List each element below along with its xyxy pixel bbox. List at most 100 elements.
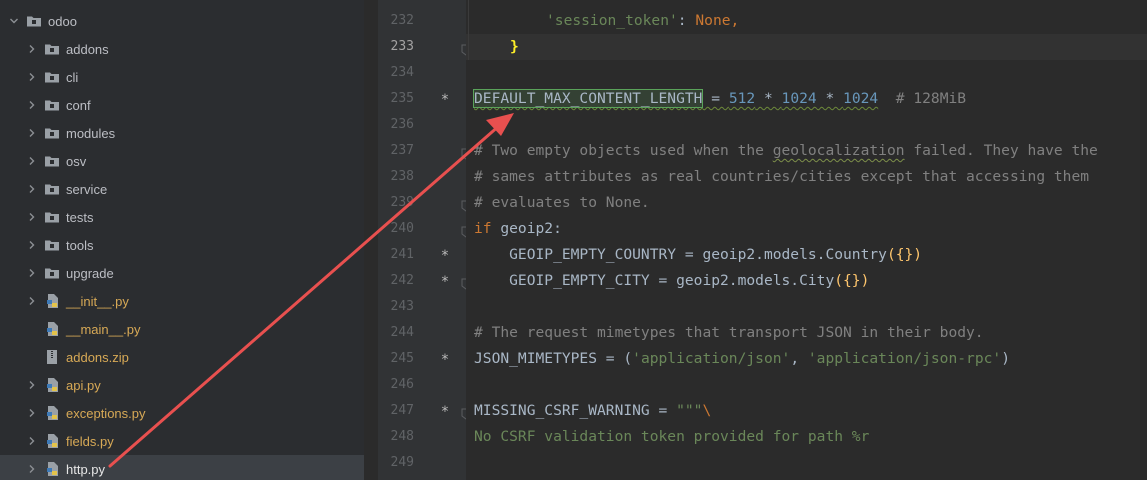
chevron-right-icon[interactable] xyxy=(26,463,38,475)
chevron-right-icon[interactable] xyxy=(26,379,38,391)
line-number[interactable]: 240 xyxy=(378,216,414,242)
line-number[interactable]: 239 xyxy=(378,190,414,216)
folder-icon xyxy=(44,209,60,225)
folder-icon xyxy=(44,125,60,141)
code-line-233: } xyxy=(510,38,519,55)
line-number[interactable]: 248 xyxy=(378,424,414,450)
python-file-icon xyxy=(44,433,60,449)
tree-item[interactable]: tools xyxy=(0,231,364,259)
change-marker-icon: * xyxy=(440,404,450,420)
indent-guide xyxy=(468,0,469,60)
tree-item-label: odoo xyxy=(48,13,77,29)
tree-item-label: tools xyxy=(66,237,94,253)
folder-icon xyxy=(44,265,60,281)
line-number[interactable]: 249 xyxy=(378,450,414,476)
chevron-right-icon[interactable] xyxy=(26,435,38,447)
tree-item-label: upgrade xyxy=(66,265,114,281)
line-number[interactable]: 244 xyxy=(378,320,414,346)
chevron-right-icon[interactable] xyxy=(26,267,38,279)
python-file-icon xyxy=(44,461,60,477)
tree-item-label: cli xyxy=(66,69,79,85)
line-number[interactable]: 245 xyxy=(378,346,414,372)
line-number[interactable]: 232 xyxy=(378,8,414,34)
line-number[interactable]: 247 xyxy=(378,398,414,424)
tree-item[interactable]: service xyxy=(0,175,364,203)
chevron-right-icon[interactable] xyxy=(26,295,38,307)
code-line-235: DEFAULT_MAX_CONTENT_LENGTH = 512 * 1024 … xyxy=(472,89,967,108)
zip-file-icon xyxy=(44,349,60,365)
selected-identifier: DEFAULT_MAX_CONTENT_LENGTH xyxy=(472,89,704,108)
change-marker-icon: * xyxy=(440,352,450,368)
python-file-icon xyxy=(44,377,60,393)
chevron-right-icon[interactable] xyxy=(26,71,38,83)
folder-icon xyxy=(44,97,60,113)
tree-item-label: api.py xyxy=(66,377,101,393)
tree-item-label: tests xyxy=(66,209,94,225)
code-line-238: # sames attributes as real countries/cit… xyxy=(474,168,1090,185)
change-marker-icon: * xyxy=(440,92,450,108)
tree-item-label: exceptions.py xyxy=(66,405,146,421)
tree-item-label: __init__.py xyxy=(66,293,129,309)
code-line-247: MISSING_CSRF_WARNING = """\ xyxy=(474,402,712,419)
tree-item[interactable]: api.py xyxy=(0,371,364,399)
chevron-right-icon[interactable] xyxy=(26,407,38,419)
tree-item[interactable]: fields.py xyxy=(0,427,364,455)
chevron-right-icon[interactable] xyxy=(26,127,38,139)
chevron-right-icon[interactable] xyxy=(26,99,38,111)
tree-item[interactable]: tests xyxy=(0,203,364,231)
tree-item[interactable]: exceptions.py xyxy=(0,399,364,427)
code-line-248: No CSRF validation token provided for pa… xyxy=(474,428,870,445)
tree-item[interactable]: upgrade xyxy=(0,259,364,287)
code-line-239: # evaluates to None. xyxy=(474,194,650,211)
tree-item-label: addons.zip xyxy=(66,349,129,365)
line-number[interactable]: 241 xyxy=(378,242,414,268)
tree-item[interactable]: cli xyxy=(0,63,364,91)
tree-folder-odoo[interactable]: odoo xyxy=(0,7,364,35)
tree-item[interactable]: __main__.py xyxy=(0,315,364,343)
tree-item[interactable]: http.py xyxy=(0,455,364,480)
chevron-right-icon[interactable] xyxy=(26,183,38,195)
tree-item-label: fields.py xyxy=(66,433,114,449)
tree-item-label: osv xyxy=(66,153,87,169)
tree-item[interactable]: modules xyxy=(0,119,364,147)
current-line-highlight xyxy=(466,34,1147,60)
tree-item[interactable]: conf xyxy=(0,91,364,119)
line-number[interactable]: 238 xyxy=(378,164,414,190)
line-number[interactable]: 236 xyxy=(378,112,414,138)
line-number[interactable]: 243 xyxy=(378,294,414,320)
tree-item-label: conf xyxy=(66,97,91,113)
tree-item-label: service xyxy=(66,181,108,197)
code-line-241: GEOIP_EMPTY_COUNTRY = geoip2.models.Coun… xyxy=(474,246,923,263)
tree-item[interactable]: osv xyxy=(0,147,364,175)
code-line-237: # Two empty objects used when the geoloc… xyxy=(474,142,1098,159)
line-number[interactable]: 246 xyxy=(378,372,414,398)
line-number[interactable]: 234 xyxy=(378,60,414,86)
tree-item-label: modules xyxy=(66,125,116,141)
chevron-right-icon[interactable] xyxy=(26,211,38,223)
folder-icon xyxy=(44,69,60,85)
change-marker-icon: * xyxy=(440,248,450,264)
chevron-right-icon[interactable] xyxy=(26,155,38,167)
split-divider xyxy=(364,0,378,480)
editor-gutter: 232 233 234 235 * 236 237 238 239 240 241 * 242 * 243 2… xyxy=(378,0,471,480)
code-line-242: GEOIP_EMPTY_CITY = geoip2.models.City({}… xyxy=(474,272,870,289)
python-file-icon xyxy=(44,405,60,421)
tree-item[interactable]: addons xyxy=(0,35,364,63)
change-marker-icon: * xyxy=(440,274,450,290)
folder-icon xyxy=(44,181,60,197)
python-file-icon xyxy=(44,321,60,337)
chevron-right-icon[interactable] xyxy=(26,43,38,55)
project-tree: odoo addons cli conf modules osv service tests… xyxy=(0,0,364,480)
tree-item[interactable]: __init__.py xyxy=(0,287,364,315)
line-number[interactable]: 235 xyxy=(378,86,414,112)
tree-item[interactable]: addons.zip xyxy=(0,343,364,371)
code-editor[interactable]: 'session_token': None, } DEFAULT_MAX_CON… xyxy=(466,0,1147,480)
chevron-down-icon[interactable] xyxy=(8,15,20,27)
line-number[interactable]: 237 xyxy=(378,138,414,164)
folder-icon xyxy=(26,13,42,29)
line-number[interactable]: 242 xyxy=(378,268,414,294)
line-number[interactable]: 233 xyxy=(378,34,414,60)
folder-icon xyxy=(44,237,60,253)
chevron-right-icon[interactable] xyxy=(26,239,38,251)
python-file-icon xyxy=(44,293,60,309)
